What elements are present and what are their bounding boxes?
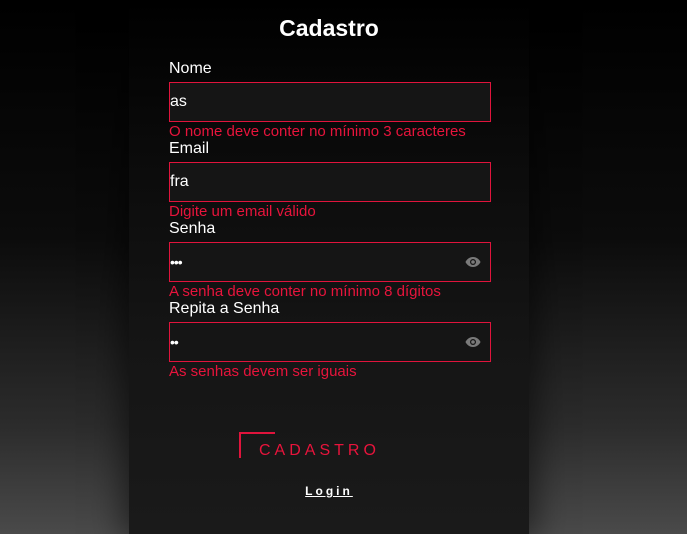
email-error-message: Digite um email válido bbox=[169, 203, 316, 220]
email-input[interactable] bbox=[170, 163, 490, 201]
page-title: Cadastro bbox=[279, 15, 379, 41]
password-input[interactable] bbox=[170, 243, 490, 281]
confirm-password-error-message: As senhas devem ser iguais bbox=[169, 363, 357, 380]
confirm-password-input[interactable] bbox=[170, 323, 490, 361]
email-label: Email bbox=[169, 140, 210, 157]
login-link[interactable]: Login bbox=[129, 484, 529, 498]
password-field-group: Senha A senha deve conter no mínimo 8 dí… bbox=[169, 220, 491, 301]
cadastro-submit-button[interactable]: CADASTRO bbox=[239, 432, 389, 462]
confirm-password-input-box[interactable] bbox=[169, 322, 491, 362]
email-input-box[interactable] bbox=[169, 162, 491, 202]
signup-card: Cadastro Nome O nome deve conter no míni… bbox=[129, 0, 529, 534]
password-input-box[interactable] bbox=[169, 242, 491, 282]
email-field-group: Email Digite um email válido bbox=[169, 140, 491, 221]
eye-icon[interactable] bbox=[465, 256, 481, 268]
eye-icon[interactable] bbox=[465, 336, 481, 348]
name-input-box[interactable] bbox=[169, 82, 491, 122]
name-field-group: Nome O nome deve conter no mínimo 3 cara… bbox=[169, 60, 491, 141]
name-input[interactable] bbox=[170, 83, 490, 121]
password-error-message: A senha deve conter no mínimo 8 dígitos bbox=[169, 283, 441, 300]
cadastro-button-label: CADASTRO bbox=[259, 442, 380, 459]
name-error-message: O nome deve conter no mínimo 3 caractere… bbox=[169, 123, 466, 140]
name-label: Nome bbox=[169, 60, 212, 77]
confirm-password-label: Repita a Senha bbox=[169, 300, 280, 317]
confirm-password-field-group: Repita a Senha As senhas devem ser iguai… bbox=[169, 300, 491, 381]
password-label: Senha bbox=[169, 220, 216, 237]
